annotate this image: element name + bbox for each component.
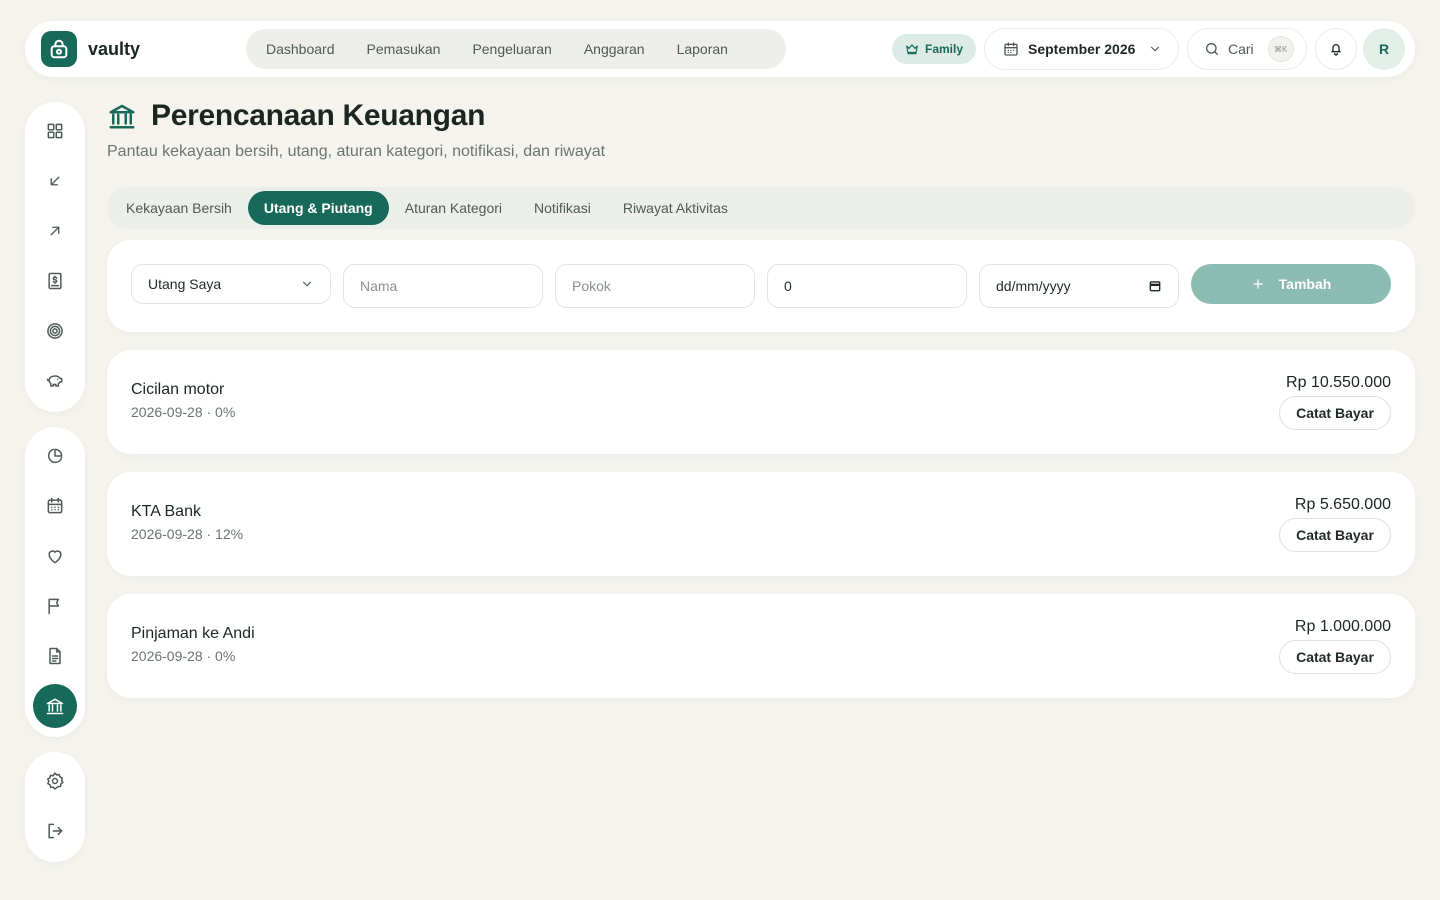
file-text-icon[interactable] bbox=[33, 634, 77, 678]
target-icon[interactable] bbox=[33, 309, 77, 353]
debt-amount: Rp 10.550.000 bbox=[1286, 374, 1391, 391]
piggy-bank-icon[interactable] bbox=[33, 359, 77, 403]
nav-dashboard[interactable]: Dashboard bbox=[250, 29, 351, 69]
tab-aturan-kategori[interactable]: Aturan Kategori bbox=[389, 191, 518, 225]
tab-utang-piutang[interactable]: Utang & Piutang bbox=[247, 191, 389, 225]
nav-pemasukan[interactable]: Pemasukan bbox=[351, 29, 457, 69]
add-button-label: Tambah bbox=[1278, 276, 1332, 292]
search-button[interactable]: Cari ⌘K bbox=[1187, 28, 1307, 70]
plus-icon bbox=[1251, 277, 1265, 291]
debt-item: Pinjaman ke Andi 2026-09-28 · 0% Rp 1.00… bbox=[107, 594, 1415, 698]
section-tabs: Kekayaan Bersih Utang & Piutang Aturan K… bbox=[107, 187, 1415, 229]
heart-icon[interactable] bbox=[33, 534, 77, 578]
sidebar-group-account bbox=[25, 752, 85, 862]
sidebar-group-tools bbox=[25, 427, 85, 737]
nav-anggaran[interactable]: Anggaran bbox=[568, 29, 661, 69]
family-plan-badge[interactable]: Family bbox=[892, 34, 976, 64]
calendar-icon bbox=[1003, 41, 1019, 57]
top-navigation-bar: vaulty Dashboard Pemasukan Pengeluaran A… bbox=[25, 21, 1415, 77]
interest-rate-input[interactable] bbox=[784, 278, 950, 294]
main-nav: Dashboard Pemasukan Pengeluaran Anggaran… bbox=[246, 29, 786, 69]
name-input[interactable] bbox=[360, 278, 526, 294]
add-button[interactable]: Tambah bbox=[1191, 264, 1391, 304]
nav-laporan[interactable]: Laporan bbox=[661, 29, 744, 69]
search-shortcut: ⌘K bbox=[1267, 36, 1294, 62]
settings-icon[interactable] bbox=[33, 759, 77, 803]
receipt-icon[interactable] bbox=[33, 259, 77, 303]
debt-name: KTA Bank bbox=[131, 503, 201, 520]
page-title: Perencanaan Keuangan bbox=[151, 99, 486, 132]
flag-icon[interactable] bbox=[33, 584, 77, 628]
notifications-button[interactable] bbox=[1315, 28, 1357, 70]
bell-icon bbox=[1328, 41, 1344, 57]
search-icon bbox=[1204, 41, 1220, 57]
debt-type-select[interactable]: Utang Saya bbox=[131, 264, 331, 304]
nav-pengeluaran[interactable]: Pengeluaran bbox=[456, 29, 567, 69]
brand-name: vaulty bbox=[88, 38, 141, 59]
debt-amount: Rp 5.650.000 bbox=[1294, 496, 1391, 513]
debt-meta: 2026-09-28 · 12% bbox=[131, 526, 244, 542]
calendar-grid-icon[interactable] bbox=[33, 484, 77, 528]
calendar-icon[interactable] bbox=[1148, 279, 1162, 293]
debt-item: Cicilan motor 2026-09-28 · 0% Rp 10.550.… bbox=[107, 350, 1415, 454]
debt-meta: 2026-09-28 · 0% bbox=[131, 404, 236, 420]
record-payment-button[interactable]: Catat Bayar bbox=[1279, 640, 1391, 674]
bank-icon[interactable] bbox=[33, 684, 77, 728]
record-payment-button[interactable]: Catat Bayar bbox=[1279, 396, 1391, 430]
avatar[interactable]: R bbox=[1363, 28, 1405, 70]
crown-icon bbox=[905, 42, 919, 56]
page-subtitle: Pantau kekayaan bersih, utang, aturan ka… bbox=[107, 143, 606, 160]
month-selector[interactable]: September 2026 bbox=[984, 28, 1179, 70]
tab-riwayat-aktivitas[interactable]: Riwayat Aktivitas bbox=[607, 191, 744, 225]
principal-field[interactable] bbox=[555, 264, 755, 308]
grid-icon[interactable] bbox=[33, 109, 77, 153]
chevron-down-icon bbox=[1148, 42, 1162, 56]
add-debt-form: Utang Saya dd/mm/yyyy Tambah bbox=[107, 240, 1415, 332]
family-badge-label: Family bbox=[924, 42, 963, 56]
search-label: Cari bbox=[1228, 41, 1254, 57]
interest-rate-field[interactable] bbox=[767, 264, 967, 308]
debt-name: Cicilan motor bbox=[131, 381, 225, 398]
debt-name: Pinjaman ke Andi bbox=[131, 625, 255, 642]
vault-logo-icon bbox=[41, 31, 77, 67]
chevron-down-icon bbox=[300, 277, 314, 291]
logout-icon[interactable] bbox=[33, 809, 77, 853]
principal-input[interactable] bbox=[572, 278, 738, 294]
tab-kekayaan-bersih[interactable]: Kekayaan Bersih bbox=[110, 191, 248, 225]
sidebar-group-main bbox=[25, 102, 85, 412]
name-field[interactable] bbox=[343, 264, 543, 308]
debt-amount: Rp 1.000.000 bbox=[1294, 618, 1391, 635]
due-date-field[interactable]: dd/mm/yyyy bbox=[979, 264, 1179, 308]
tab-notifikasi[interactable]: Notifikasi bbox=[518, 191, 607, 225]
brand[interactable]: vaulty bbox=[41, 31, 140, 67]
due-date-placeholder: dd/mm/yyyy bbox=[996, 278, 1071, 294]
debt-meta: 2026-09-28 · 0% bbox=[131, 648, 236, 664]
month-label: September 2026 bbox=[1028, 41, 1136, 57]
debt-item: KTA Bank 2026-09-28 · 12% Rp 5.650.000 C… bbox=[107, 472, 1415, 576]
arrow-down-left-icon[interactable] bbox=[33, 159, 77, 203]
bank-icon bbox=[107, 101, 137, 131]
arrow-up-right-icon[interactable] bbox=[33, 209, 77, 253]
page-header: Perencanaan Keuangan Pantau kekayaan ber… bbox=[107, 99, 605, 161]
pie-chart-icon[interactable] bbox=[33, 434, 77, 478]
debt-type-value: Utang Saya bbox=[148, 276, 222, 292]
record-payment-button[interactable]: Catat Bayar bbox=[1279, 518, 1391, 552]
